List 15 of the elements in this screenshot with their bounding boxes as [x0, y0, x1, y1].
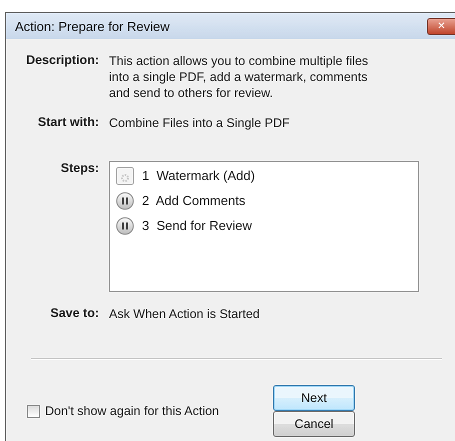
checkbox[interactable] — [27, 404, 40, 418]
field-label: Steps: — [60, 161, 99, 177]
save-to-value: Ask When Action is Started — [109, 306, 261, 322]
dialog-button[interactable]: Next — [273, 385, 356, 411]
dialog-button[interactable]: Cancel — [273, 411, 356, 437]
start-with-value: Combine Files into a Single PDF — [109, 115, 291, 131]
step-item[interactable]: 2 Add Comments — [142, 193, 246, 208]
step-item[interactable]: 1 Watermark (Add) — [142, 168, 255, 183]
field-label: Start with: — [36, 115, 99, 131]
checkbox-label[interactable]: Don't show again for this Action — [45, 404, 220, 418]
window-title: Action: Prepare for Review — [15, 18, 170, 34]
field-label: Save to: — [49, 306, 99, 322]
description-text: This action allows you to combine multiple files into a single PDF, add a watermark, comments and send to others for review. — [109, 53, 370, 101]
field-label: Description: — [25, 53, 99, 69]
step-item[interactable]: 3 Send for Review — [142, 218, 252, 233]
